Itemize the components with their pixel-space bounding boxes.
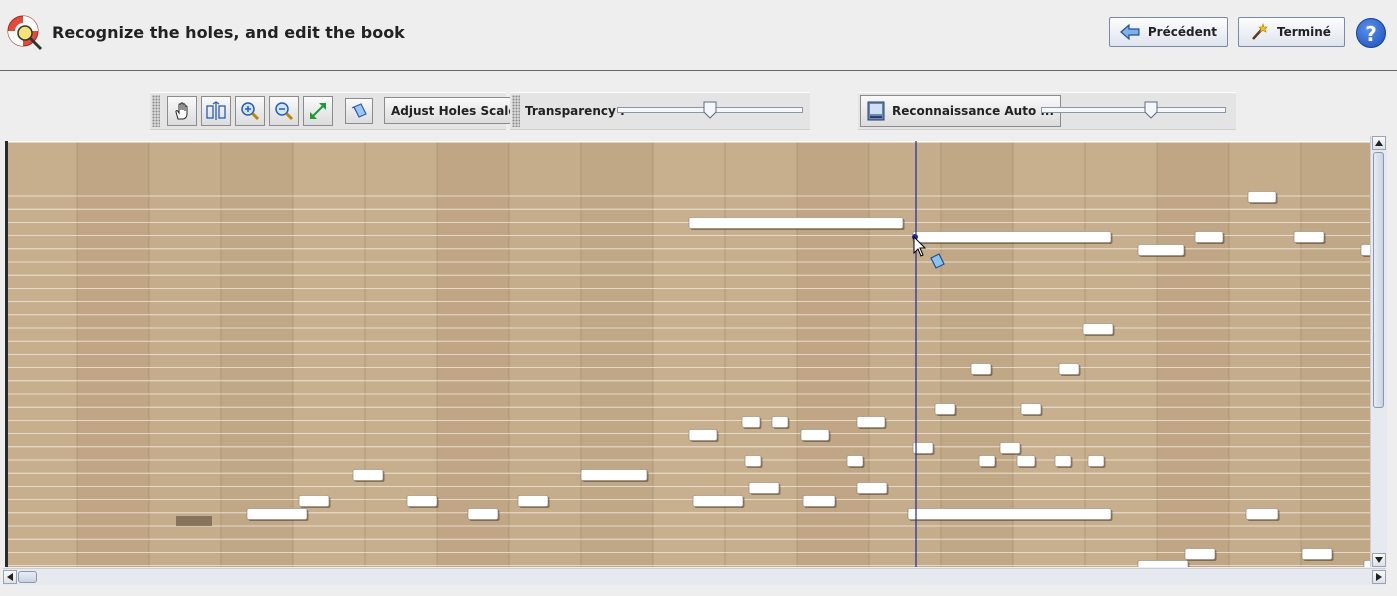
book-scan[interactable] bbox=[5, 141, 1370, 567]
punched-hole bbox=[1360, 244, 1370, 256]
punched-hole bbox=[688, 429, 718, 441]
book-left-edge bbox=[5, 141, 8, 567]
punched-hole bbox=[246, 508, 308, 520]
vertical-scrollbar[interactable] bbox=[1370, 136, 1387, 567]
arrow-right-icon bbox=[1376, 573, 1382, 581]
zoom-out-icon bbox=[275, 102, 294, 121]
punched-hole bbox=[1054, 455, 1072, 467]
punched-hole bbox=[846, 455, 864, 467]
arrow-up-icon bbox=[1375, 140, 1383, 146]
punched-hole bbox=[1194, 231, 1224, 243]
punched-hole bbox=[970, 363, 992, 375]
transparency-toolbar: Transparency : bbox=[510, 92, 810, 130]
recognition-toolbar: Reconnaissance Auto ... bbox=[858, 92, 1236, 130]
punched-hole bbox=[1020, 403, 1042, 415]
punched-hole bbox=[1293, 231, 1325, 243]
slider-track bbox=[1041, 107, 1226, 113]
horizontal-scrollbar[interactable] bbox=[3, 568, 1386, 585]
eraser-button[interactable] bbox=[345, 98, 373, 124]
punched-hole bbox=[1058, 363, 1080, 375]
arrow-left-icon bbox=[7, 573, 13, 581]
scroll-up-button[interactable] bbox=[1372, 136, 1386, 150]
punched-hole bbox=[406, 495, 438, 507]
punched-hole bbox=[800, 429, 830, 441]
punched-hole bbox=[1137, 244, 1185, 256]
page-title: Recognize the holes, and edit the book bbox=[52, 23, 405, 42]
scan-smudge bbox=[176, 516, 212, 526]
auto-recognition-label: Reconnaissance Auto ... bbox=[892, 104, 1055, 118]
punched-hole bbox=[912, 231, 1112, 243]
done-label: Terminé bbox=[1277, 25, 1331, 39]
adjust-holes-scale-label: Adjust Holes Scale bbox=[391, 103, 517, 118]
toolbar-grip[interactable] bbox=[152, 95, 160, 127]
punched-hole bbox=[856, 416, 886, 428]
punched-hole bbox=[741, 416, 761, 428]
expand-button[interactable] bbox=[303, 96, 333, 126]
fit-width-icon bbox=[206, 101, 226, 120]
punched-hole bbox=[1087, 455, 1105, 467]
punched-hole bbox=[580, 469, 648, 481]
header-bar: Recognize the holes, and edit the book P… bbox=[0, 0, 1397, 70]
punched-hole bbox=[1184, 548, 1216, 560]
slider-thumb[interactable] bbox=[1144, 101, 1158, 119]
punched-hole bbox=[1245, 508, 1279, 520]
question-icon: ? bbox=[1365, 22, 1377, 46]
punched-hole bbox=[748, 482, 780, 494]
previous-button[interactable]: Précédent bbox=[1109, 17, 1228, 47]
punched-hole bbox=[999, 442, 1021, 454]
punched-hole bbox=[298, 495, 330, 507]
tools-toolbar: Adjust Holes Scale bbox=[150, 92, 524, 130]
punched-hole bbox=[856, 482, 888, 494]
expand-icon bbox=[310, 103, 326, 119]
scroll-left-button[interactable] bbox=[3, 570, 17, 584]
help-button[interactable]: ? bbox=[1356, 18, 1386, 48]
transparency-slider[interactable] bbox=[617, 101, 803, 121]
punched-hole bbox=[802, 495, 836, 507]
auto-recognition-button[interactable]: Reconnaissance Auto ... bbox=[860, 95, 1062, 127]
punched-hole bbox=[467, 508, 499, 520]
zoom-in-icon bbox=[241, 102, 260, 121]
punched-hole bbox=[907, 508, 1112, 520]
punched-hole bbox=[1137, 560, 1189, 567]
hand-icon bbox=[175, 102, 188, 120]
scroll-right-button[interactable] bbox=[1372, 570, 1386, 584]
magic-wand-icon bbox=[1252, 23, 1268, 40]
adjust-holes-scale-button[interactable]: Adjust Holes Scale bbox=[384, 97, 524, 124]
transparency-label: Transparency : bbox=[525, 104, 625, 118]
done-button[interactable]: Terminé bbox=[1238, 17, 1345, 47]
arrow-down-icon bbox=[1375, 557, 1383, 563]
hand-tool-button[interactable] bbox=[167, 96, 197, 126]
header-divider bbox=[0, 70, 1397, 71]
scroll-down-button[interactable] bbox=[1372, 553, 1386, 567]
punched-hole bbox=[1301, 548, 1333, 560]
scanner-icon bbox=[867, 101, 885, 121]
punched-hole bbox=[688, 217, 904, 229]
zoom-in-button[interactable] bbox=[235, 96, 265, 126]
vertical-scroll-thumb[interactable] bbox=[1373, 152, 1384, 408]
magic-lifebuoy-icon bbox=[7, 15, 43, 51]
punched-hole bbox=[1016, 455, 1036, 467]
punched-hole bbox=[352, 469, 384, 481]
punched-hole bbox=[978, 455, 996, 467]
arrow-left-icon bbox=[1120, 24, 1140, 40]
horizontal-scroll-thumb[interactable] bbox=[18, 571, 37, 583]
punched-hole bbox=[1082, 323, 1114, 335]
punched-hole bbox=[934, 403, 956, 415]
punched-hole bbox=[692, 495, 744, 507]
punched-hole bbox=[771, 416, 789, 428]
book-canvas[interactable] bbox=[5, 141, 1370, 567]
previous-label: Précédent bbox=[1147, 25, 1217, 39]
zoom-out-button[interactable] bbox=[269, 96, 299, 126]
punched-hole bbox=[1247, 191, 1277, 203]
recognition-threshold-slider[interactable] bbox=[1041, 101, 1226, 121]
slider-thumb[interactable] bbox=[703, 101, 717, 119]
fit-width-button[interactable] bbox=[201, 96, 231, 126]
eraser-icon bbox=[351, 103, 367, 118]
punched-hole bbox=[744, 455, 762, 467]
toolbar-grip[interactable] bbox=[512, 95, 520, 127]
punched-hole bbox=[517, 495, 549, 507]
